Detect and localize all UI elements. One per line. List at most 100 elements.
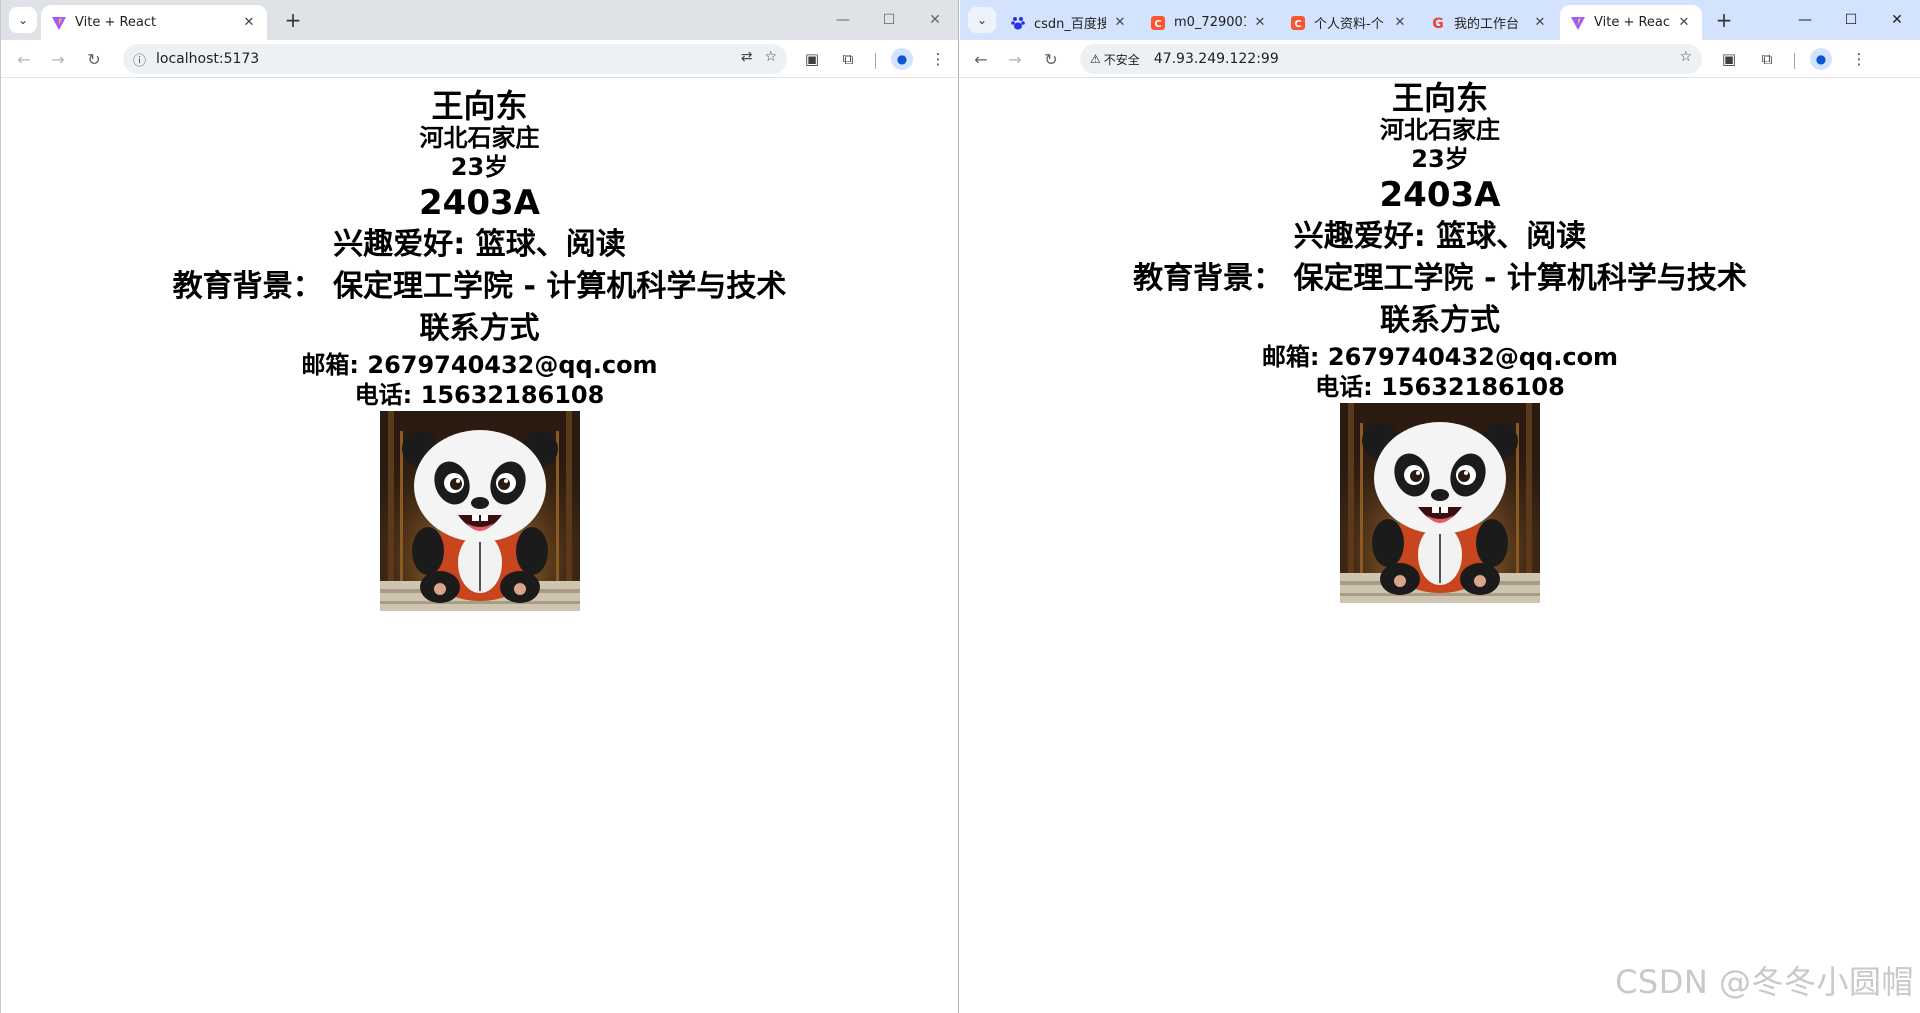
profile-place: 河北石家庄 — [419, 124, 540, 152]
tab-csdn-profile[interactable]: C 个人资料-个 ✕ — [1280, 5, 1418, 40]
browser-window-left: ⌄ Vite + React ✕ + — ☐ ✕ ← → ↻ ⓘ localho… — [0, 0, 959, 1013]
tab-vite-react[interactable]: Vite + React ✕ — [41, 5, 267, 40]
tab-title: csdn_百度搜 — [1034, 17, 1106, 32]
profile-email: 邮箱: 2679740432@qq.com — [1261, 343, 1619, 371]
not-secure-label: 不安全 — [1103, 52, 1140, 67]
tab-workbench[interactable]: G 我的工作台 ✕ — [1420, 5, 1558, 40]
profile-email: 邮箱: 2679740432@qq.com — [301, 351, 658, 379]
minimize-icon[interactable]: — — [820, 0, 866, 40]
profile-education: 教育背景： 保定理工学院 - 计算机科学与技术 — [172, 269, 787, 304]
tab-vite-react[interactable]: Vite + React ✕ — [1560, 5, 1702, 40]
address-text: localhost:5173 — [156, 51, 260, 67]
profile-name: 王向东 — [1391, 79, 1488, 117]
profile-place: 河北石家庄 — [1380, 116, 1500, 144]
vite-logo-icon — [1570, 15, 1586, 31]
close-tab-icon[interactable]: ✕ — [1252, 15, 1268, 30]
close-tab-icon[interactable]: ✕ — [1676, 15, 1692, 30]
vite-logo-icon — [51, 15, 67, 31]
panda-image — [1340, 403, 1540, 603]
close-tab-icon[interactable]: ✕ — [241, 15, 257, 30]
forward-icon[interactable]: → — [47, 48, 69, 70]
browser-toolbar: ← → ↻ ⚠ 不安全 47.93.249.122:99 ☆ ▣ ⧉ ● ⋮ — [960, 40, 1920, 78]
maximize-icon[interactable]: ☐ — [866, 0, 912, 40]
tab-title: 个人资料-个 — [1314, 17, 1384, 32]
back-icon[interactable]: ← — [13, 48, 35, 70]
profile-class: 2403A — [1379, 175, 1501, 215]
profile-avatar-icon[interactable]: ● — [1810, 48, 1832, 70]
chevron-down-icon: ⌄ — [17, 13, 29, 27]
reload-icon[interactable]: ↻ — [83, 48, 105, 70]
baidu-paw-icon — [1010, 15, 1026, 31]
menu-icon[interactable]: ⋮ — [927, 48, 949, 70]
window-controls: — ☐ ✕ — [1782, 0, 1920, 40]
svg-text:C: C — [1294, 19, 1301, 30]
address-bar[interactable]: ⓘ localhost:5173 ⇄ ☆ — [123, 44, 787, 74]
profile-phone: 电话: 15632186108 — [1315, 373, 1565, 401]
minimize-icon[interactable]: — — [1782, 0, 1828, 40]
tab-title: m0_729001 — [1174, 15, 1246, 30]
tab-title: Vite + React — [1594, 15, 1670, 30]
tab-search-button[interactable]: ⌄ — [968, 7, 996, 33]
profile-page: 王向东 河北石家庄 23岁 2403A 兴趣爱好: 篮球、阅读 教育背景： 保定… — [1, 88, 958, 611]
media-icon[interactable]: ▣ — [1718, 48, 1740, 70]
extensions-icon[interactable]: ⧉ — [837, 48, 859, 70]
browser-window-right: ⌄ csdn_百度搜 ✕ C m0_729001 ✕ C 个人资料-个 ✕ G … — [960, 0, 1920, 1013]
window-controls: — ☐ ✕ — [820, 0, 958, 40]
svg-text:C: C — [1154, 19, 1161, 30]
extensions-icon[interactable]: ⧉ — [1756, 48, 1778, 70]
google-logo-icon: G — [1430, 15, 1446, 31]
bookmark-star-icon[interactable]: ☆ — [1679, 49, 1692, 65]
reload-icon[interactable]: ↻ — [1040, 48, 1062, 70]
translate-icon[interactable]: ⇄ — [741, 49, 753, 65]
forward-icon[interactable]: → — [1004, 48, 1026, 70]
media-icon[interactable]: ▣ — [801, 48, 823, 70]
tab-csdn-baidu[interactable]: csdn_百度搜 ✕ — [1000, 5, 1138, 40]
svg-text:G: G — [1432, 16, 1444, 31]
address-bar[interactable]: ⚠ 不安全 47.93.249.122:99 ☆ — [1080, 44, 1702, 74]
new-tab-button[interactable]: + — [1712, 8, 1736, 32]
tab-title: Vite + React — [75, 15, 157, 30]
close-tab-icon[interactable]: ✕ — [1532, 15, 1548, 30]
menu-icon[interactable]: ⋮ — [1848, 48, 1870, 70]
omnibox-actions: ⇄ ☆ — [741, 49, 777, 65]
omnibox-actions: ☆ — [1679, 49, 1692, 65]
contact-heading: 联系方式 — [419, 311, 540, 346]
profile-class: 2403A — [419, 183, 540, 223]
profile-avatar-icon[interactable]: ● — [891, 48, 913, 70]
contact-heading: 联系方式 — [1380, 303, 1500, 338]
toolbar-separator — [1794, 53, 1795, 69]
profile-phone: 电话: 15632186108 — [354, 381, 605, 409]
profile-name: 王向东 — [431, 87, 528, 125]
profile-age: 23岁 — [1411, 145, 1469, 173]
tab-strip: ⌄ Vite + React ✕ + — ☐ ✕ — [1, 0, 958, 40]
chevron-down-icon: ⌄ — [976, 13, 988, 27]
csdn-logo-icon: C — [1150, 15, 1166, 31]
tab-search-button[interactable]: ⌄ — [9, 7, 37, 33]
tab-title: 我的工作台 — [1454, 17, 1520, 32]
warning-triangle-icon: ⚠ — [1090, 52, 1101, 66]
profile-education: 教育背景： 保定理工学院 - 计算机科学与技术 — [1133, 261, 1747, 296]
profile-hobby: 兴趣爱好: 篮球、阅读 — [1293, 219, 1587, 254]
close-tab-icon[interactable]: ✕ — [1392, 15, 1408, 30]
close-tab-icon[interactable]: ✕ — [1112, 15, 1128, 30]
desktop: ⌄ Vite + React ✕ + — ☐ ✕ ← → ↻ ⓘ localho… — [0, 0, 1920, 1013]
browser-toolbar: ← → ↻ ⓘ localhost:5173 ⇄ ☆ ▣ ⧉ ● ⋮ — [1, 40, 958, 78]
close-window-icon[interactable]: ✕ — [1874, 0, 1920, 40]
close-window-icon[interactable]: ✕ — [912, 0, 958, 40]
tab-csdn-user[interactable]: C m0_729001 ✕ — [1140, 5, 1278, 40]
csdn-watermark: CSDN @冬冬小圆帽 — [1615, 963, 1914, 1001]
tab-strip: ⌄ csdn_百度搜 ✕ C m0_729001 ✕ C 个人资料-个 ✕ G … — [960, 0, 1920, 40]
toolbar-separator — [875, 53, 876, 69]
panda-image — [379, 411, 580, 611]
profile-hobby: 兴趣爱好: 篮球、阅读 — [333, 227, 626, 262]
not-secure-indicator[interactable]: ⚠ 不安全 — [1090, 51, 1140, 68]
maximize-icon[interactable]: ☐ — [1828, 0, 1874, 40]
profile-age: 23岁 — [450, 153, 509, 181]
bookmark-star-icon[interactable]: ☆ — [764, 49, 777, 65]
profile-page: 王向东 河北石家庄 23岁 2403A 兴趣爱好: 篮球、阅读 教育背景： 保定… — [960, 80, 1920, 603]
csdn-logo-icon: C — [1290, 15, 1306, 31]
new-tab-button[interactable]: + — [281, 8, 305, 32]
address-text: 47.93.249.122:99 — [1153, 51, 1279, 67]
back-icon[interactable]: ← — [970, 48, 992, 70]
site-info-icon[interactable]: ⓘ — [133, 50, 146, 69]
